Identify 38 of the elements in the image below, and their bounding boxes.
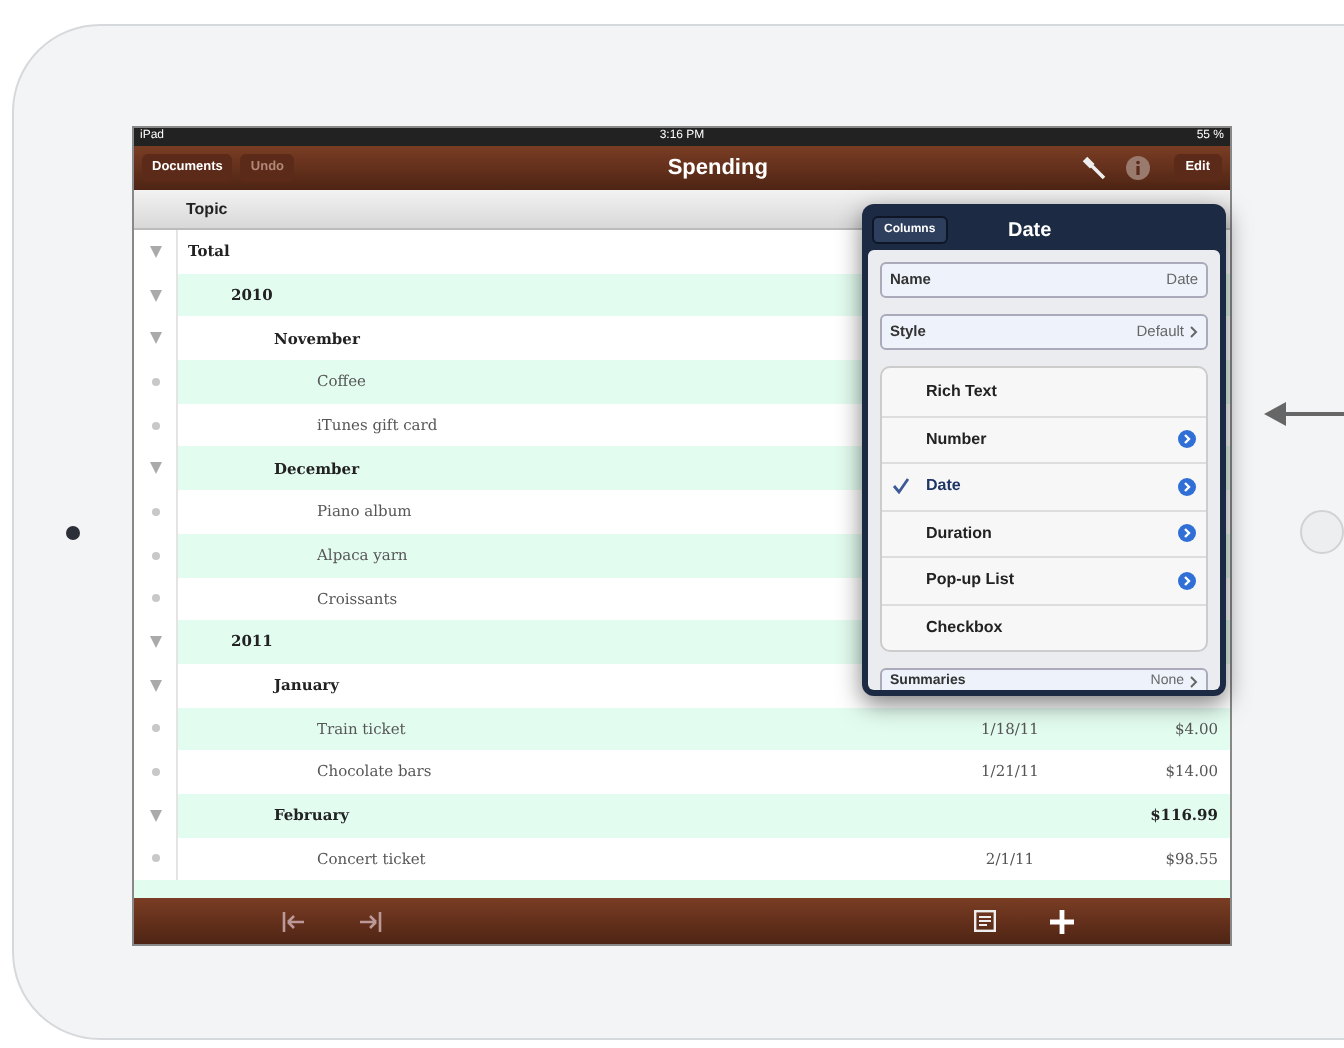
type-label: Number (926, 427, 989, 452)
type-option[interactable]: Date (882, 462, 1206, 509)
plus-icon[interactable] (1050, 909, 1074, 933)
type-label: Date (926, 474, 963, 499)
note-icon[interactable] (974, 910, 996, 932)
detail-disclosure-icon[interactable] (1178, 430, 1196, 449)
column-heading: Topic (186, 197, 228, 221)
chevron-icon (1190, 326, 1198, 338)
nav-title: Spending (665, 153, 770, 184)
bullet-icon (151, 724, 159, 733)
move-left-icon[interactable] (282, 911, 306, 931)
move-right-icon[interactable] (358, 911, 382, 931)
type-option[interactable]: Number (882, 415, 1206, 462)
detail-disclosure-icon[interactable] (1178, 571, 1196, 590)
camera-icon (66, 525, 80, 539)
bullet-icon (151, 594, 159, 603)
popover-title: Date (1008, 217, 1052, 245)
bullet-icon (151, 768, 159, 777)
info-icon[interactable] (1125, 156, 1150, 180)
bullet-icon (151, 377, 159, 386)
type-option[interactable]: Pop-up List (882, 556, 1206, 603)
chevron-icon (1190, 676, 1198, 688)
type-label: Pop-up List (926, 568, 1016, 593)
bullet-icon (151, 551, 159, 560)
type-label: Rich Text (926, 379, 999, 404)
bullet-icon (151, 854, 159, 863)
type-option[interactable]: Checkbox (882, 603, 1206, 650)
type-option[interactable]: Rich Text (882, 368, 1206, 415)
type-label: Duration (926, 521, 994, 546)
type-label: Checkbox (926, 615, 1005, 640)
wrench-icon[interactable] (1081, 156, 1106, 180)
pointer-arrow (1264, 402, 1344, 426)
checkmark-icon (892, 477, 910, 494)
bullet-icon (151, 421, 159, 430)
detail-disclosure-icon[interactable] (1178, 477, 1196, 496)
detail-disclosure-icon[interactable] (1178, 524, 1196, 543)
type-option[interactable]: Duration (882, 509, 1206, 556)
bullet-icon (151, 507, 159, 516)
